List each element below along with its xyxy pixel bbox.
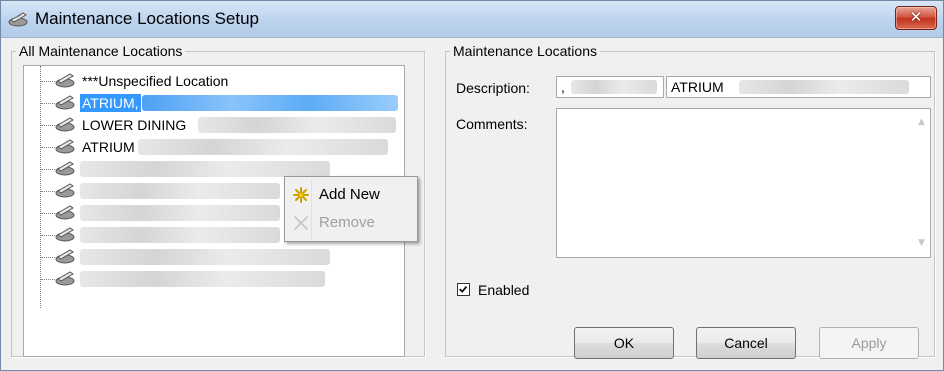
tree-item-atrium-selected[interactable]: ATRIUM, bbox=[24, 92, 404, 114]
description-code-value: , bbox=[561, 79, 565, 95]
maintenance-tool-icon bbox=[55, 249, 75, 264]
tree-item-label: ***Unspecified Location bbox=[82, 73, 229, 89]
maintenance-tool-icon bbox=[55, 227, 75, 242]
maintenance-tool-icon bbox=[55, 161, 75, 176]
tree-branch-line bbox=[41, 125, 55, 126]
remove-menu-item[interactable]: Remove bbox=[287, 209, 415, 237]
tree-branch-line bbox=[41, 257, 55, 258]
context-menu: Add New Remove bbox=[284, 176, 418, 242]
redacted-text bbox=[571, 80, 657, 94]
tree-item-lower-dining[interactable]: LOWER DINING bbox=[24, 114, 404, 136]
redacted-text bbox=[80, 271, 325, 287]
remove-label: Remove bbox=[319, 214, 375, 231]
redacted-text bbox=[138, 139, 388, 155]
redacted-text bbox=[80, 183, 280, 199]
redacted-text bbox=[80, 249, 330, 265]
location-details-legend: Maintenance Locations bbox=[453, 43, 597, 59]
apply-button[interactable]: Apply bbox=[819, 327, 919, 359]
cancel-button[interactable]: Cancel bbox=[696, 327, 796, 359]
ok-button[interactable]: OK bbox=[574, 327, 674, 359]
maintenance-tool-icon bbox=[55, 205, 75, 220]
tree-item[interactable] bbox=[24, 268, 404, 290]
redacted-text bbox=[80, 161, 330, 177]
redacted-text bbox=[739, 80, 909, 94]
description-field[interactable]: ATRIUM bbox=[666, 76, 931, 98]
comments-field[interactable]: ▲ ▼ bbox=[556, 108, 931, 258]
tree-branch-line bbox=[41, 213, 55, 214]
description-value: ATRIUM bbox=[671, 79, 724, 95]
tree-item-atrium[interactable]: ATRIUM bbox=[24, 136, 404, 158]
maintenance-tool-icon bbox=[55, 139, 75, 154]
tree-branch-line bbox=[41, 147, 55, 148]
scroll-up-icon[interactable]: ▲ bbox=[916, 117, 927, 128]
description-code-field[interactable]: , bbox=[556, 76, 664, 98]
tree-branch-line bbox=[41, 81, 55, 82]
maintenance-tool-icon bbox=[55, 73, 75, 88]
tree-branch-line bbox=[41, 235, 55, 236]
redacted-text bbox=[80, 205, 280, 221]
maintenance-tool-icon bbox=[8, 12, 28, 27]
redacted-text bbox=[80, 227, 280, 243]
redacted-text bbox=[198, 117, 396, 133]
close-icon: ✕ bbox=[909, 8, 923, 26]
tree-branch-line bbox=[41, 279, 55, 280]
comments-label: Comments: bbox=[456, 116, 528, 132]
maintenance-tool-icon bbox=[55, 271, 75, 286]
remove-icon bbox=[294, 216, 308, 230]
description-label: Description: bbox=[456, 80, 530, 96]
tree-item-unspecified-location[interactable]: ***Unspecified Location bbox=[24, 70, 404, 92]
maintenance-tool-icon bbox=[55, 117, 75, 132]
comments-scrollbar[interactable]: ▲ ▼ bbox=[913, 109, 930, 257]
tree-item-label: ATRIUM, bbox=[80, 94, 141, 112]
maintenance-tool-icon bbox=[55, 95, 75, 110]
tree-item-label: LOWER DINING bbox=[82, 117, 187, 133]
tree-branch-line bbox=[41, 169, 55, 170]
dialog-window: Maintenance Locations Setup ✕ All Mainte… bbox=[0, 0, 944, 371]
maintenance-tool-icon bbox=[55, 183, 75, 198]
enabled-checkbox[interactable] bbox=[457, 283, 470, 296]
close-button[interactable]: ✕ bbox=[895, 6, 937, 30]
add-new-menu-item[interactable]: Add New bbox=[287, 181, 415, 209]
enabled-label: Enabled bbox=[478, 282, 530, 298]
add-new-label: Add New bbox=[319, 186, 380, 203]
tree-branch-line bbox=[41, 103, 55, 104]
tree-branch-line bbox=[41, 191, 55, 192]
redacted-text bbox=[142, 95, 398, 111]
tree-item[interactable] bbox=[24, 246, 404, 268]
title-bar[interactable]: Maintenance Locations Setup ✕ bbox=[1, 1, 943, 38]
add-new-icon bbox=[293, 187, 309, 203]
scroll-down-icon[interactable]: ▼ bbox=[916, 238, 927, 249]
window-title: Maintenance Locations Setup bbox=[35, 9, 259, 28]
checkmark-icon bbox=[459, 285, 468, 293]
all-locations-legend: All Maintenance Locations bbox=[19, 43, 183, 59]
tree-item-label: ATRIUM bbox=[82, 139, 135, 155]
